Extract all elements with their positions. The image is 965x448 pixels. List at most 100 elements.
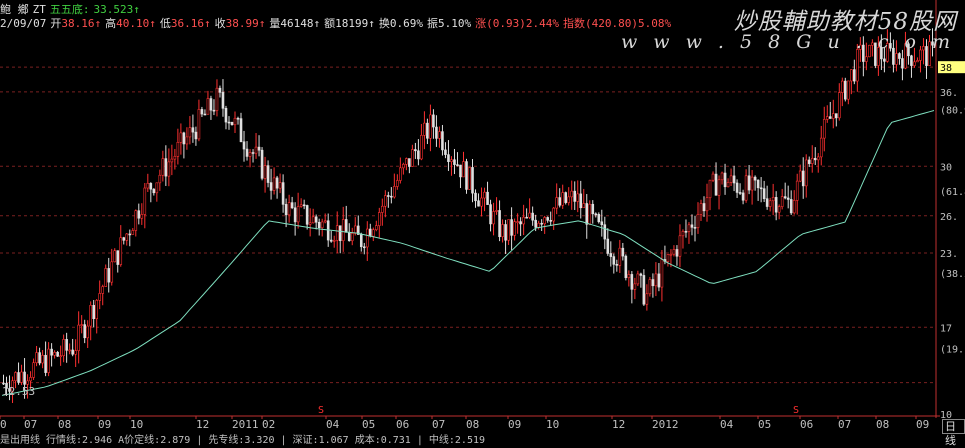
candle-body xyxy=(825,116,829,120)
candle-body xyxy=(399,167,402,181)
candle-body xyxy=(92,305,95,320)
candle-body xyxy=(585,203,589,225)
date-axis-label: 2011 xyxy=(232,418,259,431)
candle-body xyxy=(435,126,438,139)
candle-body xyxy=(83,324,86,339)
candle-body xyxy=(260,149,264,179)
candle-body xyxy=(552,207,555,222)
candle-body xyxy=(278,182,282,189)
candle-body xyxy=(143,187,147,215)
candle-body xyxy=(239,118,243,143)
candle-body xyxy=(844,80,847,100)
candle-body xyxy=(332,239,336,242)
candle-body xyxy=(414,149,417,152)
candle-body xyxy=(486,191,489,205)
candle-body xyxy=(777,206,781,213)
candle-body xyxy=(636,273,640,285)
candle-body xyxy=(627,274,631,279)
candle-body xyxy=(152,188,156,194)
candle-body xyxy=(390,195,393,198)
amplitude-field: 振5.10% xyxy=(426,17,472,30)
candle-body xyxy=(660,259,664,288)
candle-body xyxy=(194,131,198,140)
candle-body xyxy=(504,224,507,241)
candle-body xyxy=(675,249,679,257)
candle-body xyxy=(287,202,291,216)
candle-body xyxy=(768,200,772,207)
candle-body xyxy=(687,224,691,232)
date-axis-label: 04 xyxy=(326,418,340,431)
candle-body xyxy=(408,158,411,167)
candle-body xyxy=(381,205,384,213)
candle-body xyxy=(549,220,552,222)
right-axis-label: 36. xyxy=(940,88,958,99)
candle-body xyxy=(429,114,432,139)
candle-body xyxy=(564,192,568,203)
candle-body xyxy=(68,349,71,352)
candle-body xyxy=(137,210,141,219)
candle-body xyxy=(164,158,168,177)
candle-body xyxy=(717,179,721,196)
date-label: 2/09/07 xyxy=(0,17,47,30)
candle-body xyxy=(765,198,769,207)
candle-body xyxy=(654,273,658,287)
candle-body xyxy=(534,219,537,228)
candle-body xyxy=(510,219,513,236)
candle-body xyxy=(359,234,363,248)
candle-body xyxy=(248,152,252,157)
candle-body xyxy=(726,182,730,188)
date-axis-label: 07 xyxy=(838,418,851,431)
candle-body xyxy=(101,286,105,294)
candle-body xyxy=(122,237,126,241)
candle-body xyxy=(513,221,516,236)
candle-body xyxy=(630,274,634,290)
candle-body xyxy=(2,382,5,385)
date-axis-label: 08 xyxy=(466,418,479,431)
candle-body xyxy=(317,221,321,229)
candle-body xyxy=(798,170,802,182)
candle-body xyxy=(191,127,195,133)
candle-body xyxy=(522,216,525,225)
date-axis-label: 2012 xyxy=(652,418,679,431)
candle-body xyxy=(519,221,522,225)
candle-body xyxy=(831,113,835,119)
candle-body xyxy=(624,255,628,279)
date-axis-label: 06 xyxy=(800,418,813,431)
candle-body xyxy=(411,149,414,167)
right-axis-label: 26. xyxy=(940,212,958,223)
candle-body xyxy=(444,149,447,155)
candle-body xyxy=(468,167,471,190)
candle-body xyxy=(263,165,267,179)
candle-body xyxy=(29,377,32,382)
candle-body xyxy=(305,205,309,225)
low-field: 低36.16↑ xyxy=(159,17,211,30)
candle-body xyxy=(913,61,916,66)
date-axis-label: 10 xyxy=(130,418,143,431)
date-axis-label: 05 xyxy=(362,418,375,431)
watermark-url: w w w . 5 8 G u . c o m xyxy=(621,31,955,53)
candle-body xyxy=(35,352,38,364)
candle-body xyxy=(477,200,480,207)
candle-body xyxy=(558,197,561,206)
candle-body xyxy=(26,380,29,385)
daily-period-tab[interactable]: 日线 xyxy=(942,419,965,447)
candle-body xyxy=(77,324,80,351)
candle-body xyxy=(853,69,856,82)
date-axis-labels: 0 07 08 09 10 12 2011 02 04 05 06 07 08 09 10 12 2012 04 0… xyxy=(0,416,929,431)
candle-body xyxy=(447,154,450,162)
candle-body xyxy=(119,237,123,265)
candle-body xyxy=(387,195,390,197)
candle-body xyxy=(368,228,372,237)
right-axis-label: 38 xyxy=(940,63,952,74)
candle-body xyxy=(690,224,694,228)
candle-body xyxy=(254,146,258,154)
candle-body xyxy=(807,159,811,164)
candle-body xyxy=(53,351,56,356)
candle-body xyxy=(645,293,649,305)
date-axis-label: 05 xyxy=(758,418,771,431)
kline-chart[interactable]: 3836.(80.930(61.826.23.(38.217(19.110 00… xyxy=(0,0,965,437)
candle-body xyxy=(197,109,201,140)
candle-body xyxy=(423,122,426,136)
candle-body xyxy=(155,182,159,194)
candle-body xyxy=(594,213,598,216)
